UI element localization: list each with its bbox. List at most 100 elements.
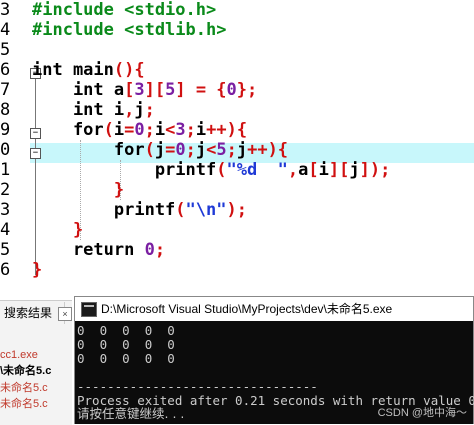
line-number: 6	[0, 260, 11, 280]
console-window[interactable]: D:\Microsoft Visual Studio\MyProjects\de…	[74, 296, 474, 424]
fold-margin: − − −	[14, 0, 41, 292]
line-number: 5	[0, 40, 11, 60]
console-title-bar[interactable]: D:\Microsoft Visual Studio\MyProjects\de…	[75, 297, 473, 321]
code-token: ;	[154, 240, 166, 260]
code-token: j	[236, 140, 248, 160]
code-token: 0	[175, 140, 186, 160]
watermark: CSDN @地中海～	[377, 407, 467, 419]
code-token: ++){	[206, 120, 248, 140]
code-token: i	[113, 120, 125, 140]
code-line[interactable]: int main(){	[32, 60, 145, 80]
code-line[interactable]: for(j=0;j<5;j++){	[32, 140, 288, 160]
code-line[interactable]: }	[32, 180, 124, 200]
line-number: 4	[0, 220, 11, 240]
line-number: 7	[0, 80, 11, 100]
code-editor[interactable]: #include <stdio.h> #include <stdlib.h> int…	[28, 0, 474, 292]
code-token: [	[124, 80, 135, 100]
code-line[interactable]: int a[3][5] = {0};	[32, 80, 257, 100]
console-app-icon	[81, 302, 97, 317]
code-token: int main	[32, 60, 114, 80]
code-line[interactable]: for(i=0;i<3;i++){	[32, 120, 247, 140]
code-line[interactable]: printf("\n");	[32, 200, 247, 220]
line-number: 5	[0, 240, 11, 260]
code-line[interactable]: int i,j;	[32, 100, 155, 120]
code-token: 0	[134, 120, 145, 140]
line-number: 9	[0, 120, 11, 140]
code-token: 0	[226, 80, 237, 100]
code-token: ,	[287, 160, 299, 180]
code-token: ;	[144, 100, 155, 120]
code-token: int a	[32, 80, 125, 100]
code-token: 3	[134, 80, 145, 100]
code-token: (	[144, 140, 155, 160]
console-line: 0 0 0 0 0	[77, 337, 175, 352]
code-token: for	[32, 120, 104, 140]
line-number: 8	[0, 100, 11, 120]
code-token: 3	[175, 120, 186, 140]
code-token: }	[32, 220, 84, 240]
code-token: ][	[144, 80, 166, 100]
code-token: i	[195, 120, 207, 140]
code-line[interactable]: #include <stdio.h>	[32, 0, 216, 20]
code-token: j	[195, 140, 207, 160]
search-result-item[interactable]: cc1.exe	[0, 348, 72, 362]
code-line[interactable]: #include <stdlib.h>	[32, 20, 226, 40]
tab-search-results[interactable]: 搜索结果	[0, 302, 65, 324]
code-token: ;	[226, 140, 237, 160]
search-result-item[interactable]: 未命名5.c	[0, 397, 72, 411]
code-token: <	[165, 120, 176, 140]
code-token: }	[32, 260, 43, 280]
code-token: i	[154, 120, 166, 140]
code-token: j	[154, 140, 166, 160]
console-line: 0 0 0 0 0	[77, 323, 175, 338]
code-token: "\n"	[185, 200, 227, 220]
code-token: );	[226, 200, 247, 220]
code-token: #include <stdlib.h>	[32, 20, 227, 40]
code-token: i	[318, 160, 329, 180]
console-title: D:\Microsoft Visual Studio\MyProjects\de…	[101, 302, 393, 316]
code-token: ;	[144, 120, 155, 140]
code-token: ] = {	[175, 80, 227, 100]
code-token: ;	[185, 120, 196, 140]
code-token: for	[32, 140, 145, 160]
code-token: #include <stdio.h>	[32, 0, 217, 20]
code-token: (){	[113, 60, 145, 80]
code-token: "%d "	[226, 160, 288, 180]
code-token: ,	[124, 100, 135, 120]
code-token: printf	[32, 200, 176, 220]
code-token: (	[103, 120, 114, 140]
search-result-item[interactable]: 未命名5.c	[0, 381, 72, 395]
code-line[interactable]: printf("%d ",a[i][j]);	[32, 160, 391, 180]
close-icon[interactable]: ×	[58, 307, 72, 321]
code-token: };	[236, 80, 258, 100]
code-line[interactable]: }	[32, 220, 83, 240]
line-number: 1	[0, 160, 11, 180]
line-number: 3	[0, 0, 11, 20]
code-token: int i	[32, 100, 125, 120]
code-line[interactable]: }	[32, 260, 42, 280]
line-number: 2	[0, 180, 11, 200]
line-number: 4	[0, 20, 11, 40]
code-line[interactable]: return 0;	[32, 240, 165, 260]
code-token: printf	[32, 160, 217, 180]
code-token: ]);	[359, 160, 391, 180]
code-token: ;	[185, 140, 196, 160]
code-token: (	[175, 200, 186, 220]
code-token: a	[298, 160, 309, 180]
line-number: 3	[0, 200, 11, 220]
search-result-item[interactable]: \未命名5.c	[0, 364, 72, 378]
code-token: 5	[165, 80, 176, 100]
line-number: 0	[0, 140, 11, 160]
console-separator: --------------------------------	[77, 379, 318, 394]
code-token: 0	[144, 240, 155, 260]
code-token: j	[349, 160, 360, 180]
code-token: ++){	[247, 140, 289, 160]
code-token: =	[124, 120, 135, 140]
code-token: 5	[216, 140, 227, 160]
code-token: (	[216, 160, 227, 180]
console-line: 请按任意键继续. . .	[77, 406, 185, 421]
code-token: }	[32, 180, 125, 200]
code-token: =	[165, 140, 176, 160]
console-line: 0 0 0 0 0	[77, 351, 175, 366]
console-output[interactable]: 0 0 0 0 0 0 0 0 0 0 0 0 0 0 0 ----------…	[75, 321, 474, 424]
